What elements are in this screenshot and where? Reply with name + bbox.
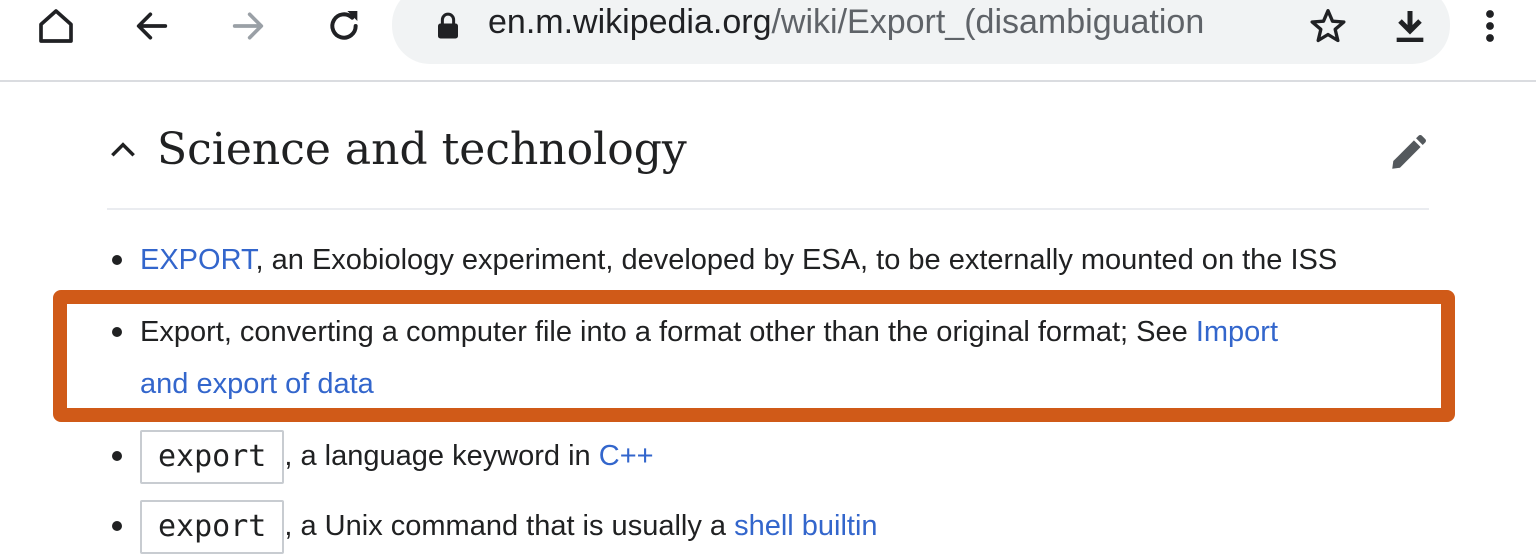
list-item: export, a Unix command that is usually a… xyxy=(112,500,878,554)
bullet xyxy=(112,451,122,461)
link-export-experiment[interactable]: EXPORT xyxy=(140,244,256,276)
list-item-continuation: and export of data xyxy=(140,358,374,410)
item-text: , an Exobiology experiment, developed by… xyxy=(255,244,1338,276)
item-text: , a language keyword in xyxy=(284,440,599,472)
bullet xyxy=(112,327,122,337)
code-keyword: export xyxy=(140,430,285,485)
list-item: Export, converting a computer file into … xyxy=(112,306,1278,358)
item-text: , a Unix command that is usually a xyxy=(284,510,735,542)
bullet xyxy=(112,255,122,265)
bullet xyxy=(112,521,122,531)
list-item: export, a language keyword in C++ xyxy=(112,430,654,485)
code-keyword: export xyxy=(140,500,285,554)
link-import-and-export-of-data[interactable]: Import xyxy=(1196,316,1278,348)
list-item: EXPORT, an Exobiology experiment, develo… xyxy=(112,234,1338,286)
link-shell-builtin[interactable]: shell builtin xyxy=(734,510,877,542)
article-content: EXPORT, an Exobiology experiment, develo… xyxy=(0,0,1536,554)
link-cpp[interactable]: C++ xyxy=(599,440,654,472)
item-text: Export, converting a computer file into … xyxy=(140,316,1196,348)
link-import-and-export-of-data-continued[interactable]: and export of data xyxy=(140,368,374,400)
